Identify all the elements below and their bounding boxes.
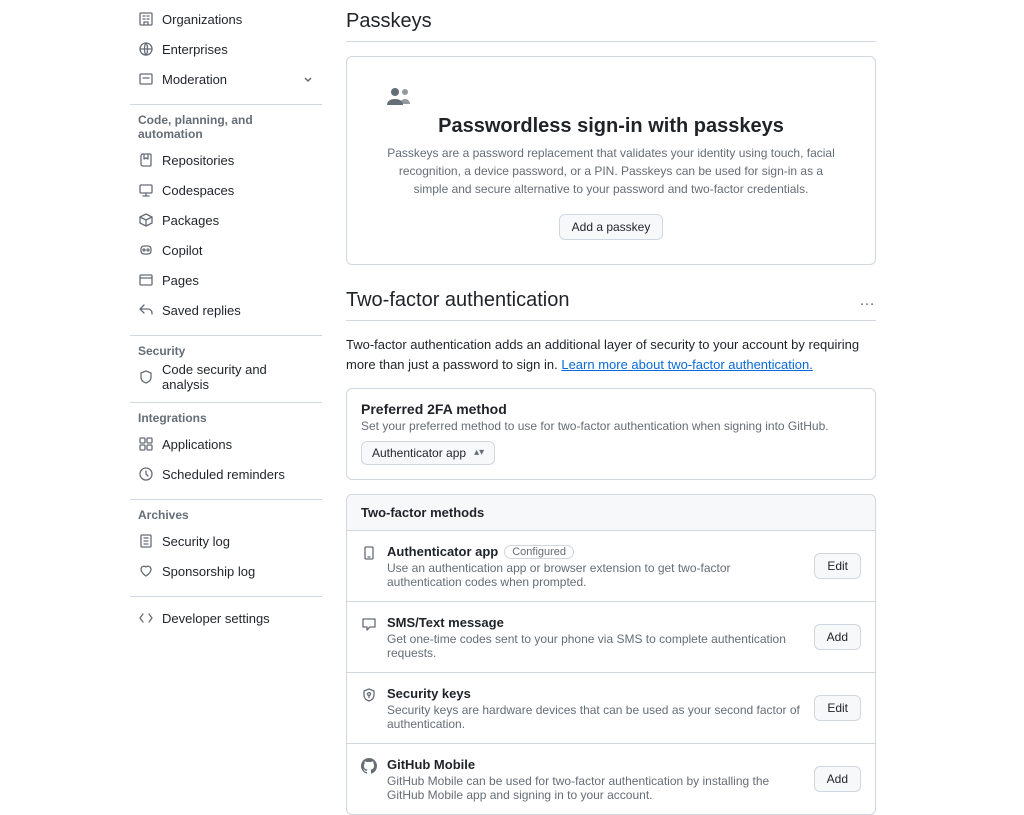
sidebar-item-repositories[interactable]: Repositories	[130, 145, 322, 175]
sidebar-item-label: Sponsorship log	[162, 564, 255, 579]
sidebar-group-header: Archives	[130, 499, 322, 526]
sidebar-item-pages[interactable]: Pages	[130, 265, 322, 295]
method-edit-button[interactable]: Edit	[814, 553, 861, 579]
twofa-methods-panel: Two-factor methods Authenticator app Con…	[346, 494, 876, 815]
copilot-icon	[138, 242, 154, 258]
chevron-down-icon	[302, 73, 314, 85]
sidebar-item-label: Developer settings	[162, 611, 270, 626]
sidebar-item-label: Saved replies	[162, 303, 241, 318]
method-sub: GitHub Mobile can be used for two-factor…	[387, 774, 804, 802]
pages-icon	[138, 272, 154, 288]
preferred-2fa-sub: Set your preferred method to use for two…	[361, 419, 861, 433]
code-icon	[138, 610, 154, 626]
sidebar-item-packages[interactable]: Packages	[130, 205, 322, 235]
codespaces-icon	[138, 182, 154, 198]
method-name: SMS/Text message	[387, 615, 504, 630]
twofa-learn-link[interactable]: Learn more about two-factor authenticati…	[561, 357, 812, 372]
github-icon	[361, 758, 377, 774]
sidebar-item-label: Copilot	[162, 243, 202, 258]
twofa-methods-header: Two-factor methods	[347, 495, 875, 531]
sidebar-item-organizations[interactable]: Organizations	[130, 4, 322, 34]
sidebar-item-saved-replies[interactable]: Saved replies	[130, 295, 322, 325]
sidebar-item-label: Code security and analysis	[162, 362, 314, 392]
settings-sidebar: Organizations Enterprises Moderation Cod…	[130, 0, 322, 815]
sidebar-item-applications[interactable]: Applications	[130, 429, 322, 459]
twofa-description: Two-factor authentication adds an additi…	[346, 335, 876, 374]
org-icon	[138, 11, 154, 27]
comment-icon	[361, 616, 377, 632]
sidebar-item-moderation[interactable]: Moderation	[130, 64, 322, 94]
method-name: Security keys	[387, 686, 471, 701]
shield-icon	[138, 369, 154, 385]
nav-top-group: Organizations Enterprises Moderation	[130, 4, 322, 94]
settings-main: Passkeys Passwordless sign-in with passk…	[322, 0, 892, 815]
sidebar-item-codespaces[interactable]: Codespaces	[130, 175, 322, 205]
twofa-method-row: SMS/Text message Get one-time codes sent…	[347, 602, 875, 673]
method-name: Authenticator app Configured	[387, 544, 574, 559]
add-passkey-button[interactable]: Add a passkey	[559, 214, 664, 240]
preferred-2fa-box: Preferred 2FA method Set your preferred …	[346, 388, 876, 480]
method-edit-button[interactable]: Edit	[814, 695, 861, 721]
apps-icon	[138, 436, 154, 452]
sidebar-item-label: Security log	[162, 534, 230, 549]
section-title-passkeys: Passkeys	[346, 10, 876, 42]
sidebar-item-label: Packages	[162, 213, 219, 228]
sidebar-item-label: Codespaces	[162, 183, 234, 198]
package-icon	[138, 212, 154, 228]
log-icon	[138, 533, 154, 549]
sidebar-item-code-security-and-analysis[interactable]: Code security and analysis	[130, 362, 322, 392]
twofa-method-row: Security keys Security keys are hardware…	[347, 673, 875, 744]
sidebar-item-label: Organizations	[162, 12, 242, 27]
preferred-2fa-title: Preferred 2FA method	[361, 401, 861, 417]
sidebar-group-header: Code, planning, and automation	[130, 104, 322, 145]
twofa-menu-button[interactable]: …	[859, 292, 876, 310]
passkeys-hero-title: Passwordless sign-in with passkeys	[387, 115, 835, 138]
twofa-method-row: Authenticator app Configured Use an auth…	[347, 531, 875, 602]
sidebar-group-header: Integrations	[130, 402, 322, 429]
twofa-method-row: GitHub Mobile GitHub Mobile can be used …	[347, 744, 875, 814]
device-icon	[361, 545, 377, 561]
method-sub: Security keys are hardware devices that …	[387, 703, 804, 731]
sidebar-item-label: Repositories	[162, 153, 234, 168]
sidebar-item-developer-settings[interactable]: Developer settings	[130, 603, 322, 633]
sidebar-group-header: Security	[130, 335, 322, 362]
method-sub: Get one-time codes sent to your phone vi…	[387, 632, 804, 660]
heart-icon	[138, 563, 154, 579]
sidebar-item-sponsorship-log[interactable]: Sponsorship log	[130, 556, 322, 586]
section-title-2fa: Two-factor authentication	[346, 289, 569, 312]
method-add-button[interactable]: Add	[814, 624, 861, 650]
passkeys-hero-panel: Passwordless sign-in with passkeys Passk…	[346, 56, 876, 265]
sidebar-item-scheduled-reminders[interactable]: Scheduled reminders	[130, 459, 322, 489]
sidebar-item-label: Enterprises	[162, 42, 228, 57]
sidebar-item-label: Pages	[162, 273, 199, 288]
method-badge: Configured	[504, 545, 574, 559]
method-name: GitHub Mobile	[387, 757, 475, 772]
sidebar-item-copilot[interactable]: Copilot	[130, 235, 322, 265]
select-chevron-icon: ▴▾	[474, 448, 484, 458]
repo-icon	[138, 152, 154, 168]
clock-icon	[138, 466, 154, 482]
preferred-2fa-select[interactable]: Authenticator app ▴▾	[361, 441, 495, 465]
method-add-button[interactable]: Add	[814, 766, 861, 792]
reply-icon	[138, 302, 154, 318]
key-icon	[361, 687, 377, 703]
sidebar-item-label: Scheduled reminders	[162, 467, 285, 482]
globe-icon	[138, 41, 154, 57]
passkey-icon	[387, 87, 835, 105]
passkeys-hero-desc: Passkeys are a password replacement that…	[387, 144, 835, 198]
sidebar-item-enterprises[interactable]: Enterprises	[130, 34, 322, 64]
sidebar-item-label: Moderation	[162, 72, 227, 87]
sidebar-item-label: Applications	[162, 437, 232, 452]
sidebar-item-security-log[interactable]: Security log	[130, 526, 322, 556]
moderation-icon	[138, 71, 154, 87]
method-sub: Use an authentication app or browser ext…	[387, 561, 804, 589]
